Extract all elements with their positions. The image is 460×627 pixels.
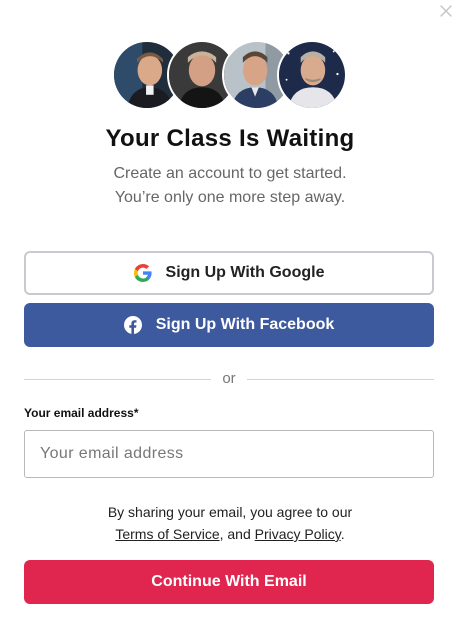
continue-with-email-label: Continue With Email <box>151 573 307 590</box>
or-divider: or <box>24 369 434 389</box>
privacy-policy-link[interactable]: Privacy Policy <box>255 526 341 542</box>
instructor-avatar-4 <box>277 40 347 110</box>
instructor-avatars <box>112 40 348 110</box>
facebook-icon <box>123 316 142 334</box>
facebook-signup-button[interactable]: Sign Up With Facebook <box>24 303 434 347</box>
legal-text-line-2: Terms of Service, and Privacy Policy. <box>0 526 460 542</box>
google-signup-button[interactable]: Sign Up With Google <box>24 251 434 295</box>
email-field[interactable] <box>24 430 434 478</box>
google-icon <box>133 264 152 282</box>
legal-connector: , and <box>219 526 255 542</box>
google-signup-label: Sign Up With Google <box>165 264 325 281</box>
divider-line-right <box>247 379 434 380</box>
continue-with-email-button[interactable]: Continue With Email <box>24 560 434 604</box>
close-icon[interactable] <box>438 3 454 19</box>
subtitle-line-2: You’re only one more step away. <box>114 189 346 206</box>
legal-text-line-1: By sharing your email, you agree to our <box>107 504 353 520</box>
legal-end: . <box>340 526 345 542</box>
facebook-signup-label: Sign Up With Facebook <box>155 316 335 333</box>
page-title: Your Class Is Waiting <box>105 125 355 152</box>
subtitle-line-1: Create an account to get started. <box>113 165 347 182</box>
email-field-label: Your email address* <box>24 406 139 420</box>
terms-of-service-link[interactable]: Terms of Service <box>115 526 219 542</box>
